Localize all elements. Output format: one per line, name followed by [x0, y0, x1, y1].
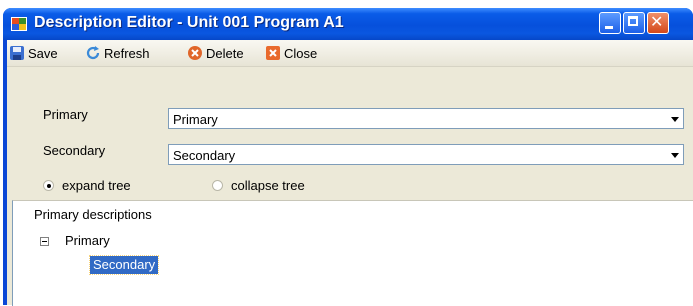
- close-button[interactable]: Close: [265, 44, 317, 62]
- chevron-down-icon[interactable]: [671, 153, 679, 158]
- secondary-label: Secondary: [43, 143, 106, 158]
- close-icon: ✕: [650, 12, 664, 31]
- refresh-label: Refresh: [104, 45, 150, 61]
- secondary-select-value: Secondary: [173, 148, 236, 163]
- secondary-select[interactable]: Secondary: [168, 144, 684, 165]
- save-button[interactable]: Save: [9, 44, 58, 62]
- expand-tree-radio[interactable]: expand tree: [43, 178, 131, 193]
- minimize-button[interactable]: [599, 12, 621, 34]
- tree-title: Primary descriptions: [34, 207, 152, 222]
- primary-select-value: Primary: [173, 112, 218, 127]
- toolbar: Save Refresh Delete Close: [7, 40, 693, 67]
- tree-node-primary[interactable]: Primary: [65, 233, 110, 248]
- title-bar[interactable]: Description Editor - Unit 001 Program A1…: [3, 8, 693, 40]
- radio-unselected-icon: [212, 180, 223, 191]
- app-icon: [11, 17, 27, 31]
- delete-icon: [188, 46, 202, 60]
- maximize-button[interactable]: [623, 12, 645, 34]
- minimize-icon: [605, 26, 613, 29]
- primary-select[interactable]: Primary: [168, 108, 684, 129]
- primary-label: Primary: [43, 107, 88, 122]
- collapse-node-icon[interactable]: [40, 237, 49, 246]
- expand-tree-label: expand tree: [62, 178, 131, 193]
- collapse-tree-radio[interactable]: collapse tree: [212, 178, 305, 193]
- save-icon: [10, 46, 24, 60]
- delete-button[interactable]: Delete: [187, 44, 244, 62]
- chevron-down-icon[interactable]: [671, 117, 679, 122]
- refresh-button[interactable]: Refresh: [85, 44, 150, 62]
- window-title: Description Editor - Unit 001 Program A1: [34, 14, 344, 31]
- collapse-tree-label: collapse tree: [231, 178, 305, 193]
- close-window-button[interactable]: ✕: [647, 12, 669, 34]
- delete-label: Delete: [206, 45, 244, 61]
- close-label: Close: [284, 45, 318, 61]
- refresh-icon: [86, 46, 100, 60]
- tree-node-secondary[interactable]: Secondary: [88, 255, 160, 275]
- maximize-icon: [628, 16, 638, 26]
- save-label: Save: [28, 45, 58, 61]
- radio-selected-icon: [43, 180, 54, 191]
- close-icon: [266, 46, 280, 60]
